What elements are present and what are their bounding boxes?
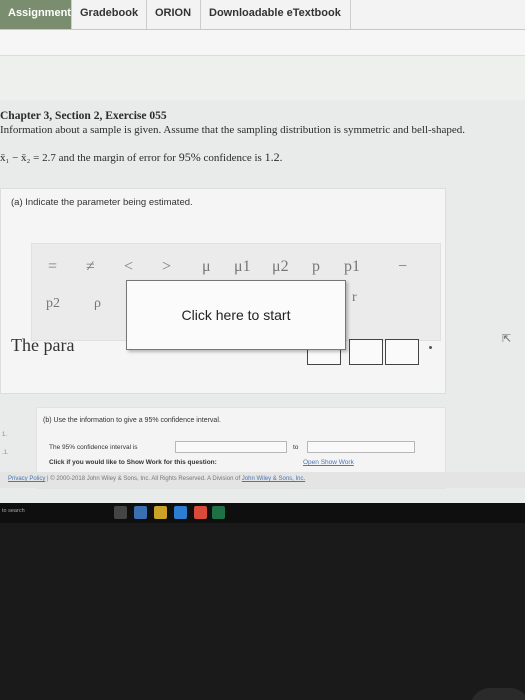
symbol-r[interactable]: r	[352, 290, 357, 306]
task-view-icon[interactable]	[114, 506, 127, 519]
footer: Privacy Policy | © 2000-2018 John Wiley …	[0, 472, 525, 488]
click-to-start-button[interactable]: Click here to start	[126, 280, 346, 350]
toolbar-band	[0, 30, 525, 56]
tab-assignment[interactable]: Assignment	[0, 0, 72, 29]
symbol-not-equal[interactable]: ≠	[86, 258, 95, 276]
given-statement: x̄₁ − x̄₂ = 2.7 and the margin of error …	[0, 150, 282, 165]
symbol-mu2[interactable]: μ2	[272, 258, 289, 276]
tab-orion[interactable]: ORION	[147, 0, 201, 29]
taskbar: to search	[0, 503, 525, 523]
excel-icon[interactable]	[212, 506, 225, 519]
given-end: .	[279, 152, 283, 164]
nav-tabs: Assignment Gradebook ORION Downloadable …	[0, 0, 525, 30]
ci-label: The 95% confidence interval is	[49, 444, 138, 451]
open-show-work-link[interactable]: Open Show Work	[303, 459, 354, 466]
period-dot	[429, 346, 432, 349]
answer-expression[interactable]: The para	[11, 335, 74, 356]
ci-upper-input[interactable]	[307, 441, 415, 453]
tab-gradebook[interactable]: Gradebook	[72, 0, 147, 29]
symbol-mu1[interactable]: μ1	[234, 258, 251, 276]
pointer-cursor-icon: ⇱	[502, 333, 512, 345]
answer-box-3[interactable]	[385, 339, 419, 365]
copyright: © 2000-2018 John Wiley & Sons, Inc.	[50, 476, 151, 482]
symbol-greater-than[interactable]: >	[162, 258, 171, 276]
folder-icon[interactable]	[154, 506, 167, 519]
chrome-icon[interactable]	[194, 506, 207, 519]
privacy-policy-link[interactable]: Privacy Policy	[8, 476, 45, 482]
symbol-equals[interactable]: =	[48, 258, 57, 276]
ci-lower-input[interactable]	[175, 441, 287, 453]
show-work-question: Click if you would like to Show Work for…	[49, 459, 217, 466]
given-difference: x̄₁ − x̄₂ = 2.7	[0, 152, 56, 164]
edge-icon[interactable]	[134, 506, 147, 519]
symbol-p1[interactable]: p1	[344, 258, 360, 276]
symbol-less-than[interactable]: <	[124, 258, 133, 276]
company-link[interactable]: John Wiley & Sons, Inc.	[242, 476, 305, 482]
tab-etextbook[interactable]: Downloadable eTextbook	[201, 0, 351, 29]
left-marker: 1.	[2, 432, 8, 438]
left-marker: .1.	[2, 450, 9, 456]
footer-separator: |	[47, 476, 49, 482]
exercise-title: Chapter 3, Section 2, Exercise 055	[0, 110, 167, 122]
answer-box-2[interactable]	[349, 339, 383, 365]
part-b-label: (b) Use the information to give a 95% co…	[43, 417, 221, 424]
given-mid2: confidence is	[200, 152, 265, 164]
browser-screen: Assignment Gradebook ORION Downloadable …	[0, 0, 525, 510]
part-a-label: (a) Indicate the parameter being estimat…	[11, 197, 193, 208]
symbol-p[interactable]: p	[312, 258, 320, 276]
given-confidence: 95%	[178, 150, 201, 164]
symbol-mu[interactable]: μ	[202, 258, 211, 276]
ci-to-label: to	[293, 444, 299, 451]
device-edge	[470, 688, 525, 700]
given-mid: and the margin of error for	[55, 152, 179, 164]
exercise-info: Information about a sample is given. Ass…	[0, 124, 465, 136]
given-margin: 1.2	[264, 150, 280, 164]
store-icon[interactable]	[174, 506, 187, 519]
symbol-rho[interactable]: ρ	[94, 296, 101, 312]
taskbar-search[interactable]: to search	[2, 508, 25, 514]
rights-text: All Rights Reserved. A Division of	[151, 476, 241, 482]
symbol-p2[interactable]: p2	[46, 296, 60, 312]
symbol-minus[interactable]: −	[398, 258, 407, 276]
header-band	[0, 56, 525, 100]
